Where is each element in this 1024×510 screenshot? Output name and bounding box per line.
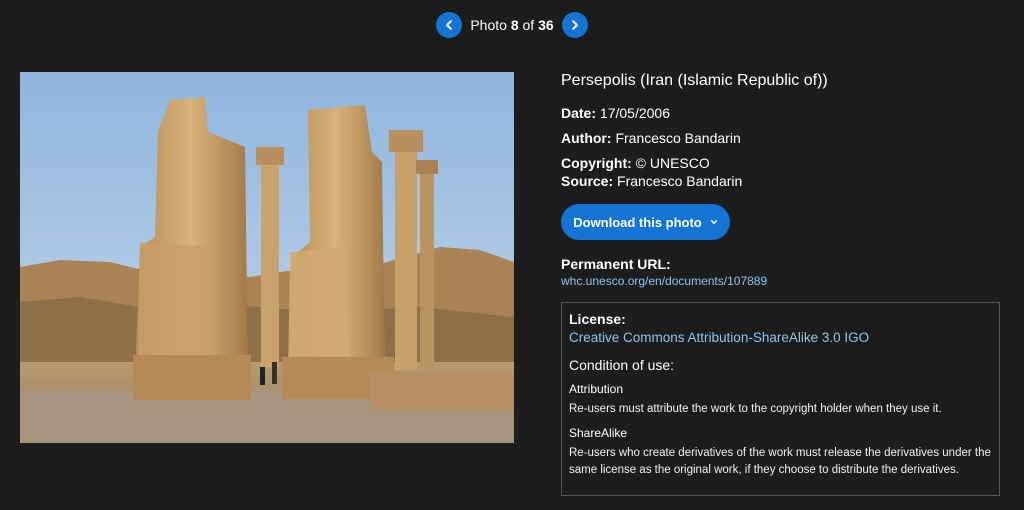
- persepolis-image: [20, 72, 514, 443]
- author-value: Francesco Bandarin: [615, 130, 741, 146]
- source-value: Francesco Bandarin: [617, 173, 743, 189]
- pager-total: 36: [538, 17, 554, 33]
- permanent-url-link[interactable]: whc.unesco.org/en/documents/107889: [561, 274, 767, 288]
- license-label: License:: [569, 311, 626, 327]
- permanent-url-label: Permanent URL:: [561, 256, 671, 272]
- chevron-down-icon: [710, 220, 717, 224]
- photo-info-panel: Persepolis (Iran (Islamic Republic of)) …: [561, 72, 1003, 496]
- condition-title-attribution: Attribution: [569, 382, 624, 396]
- copyright-value: © UNESCO: [635, 155, 710, 171]
- date-label: Date:: [561, 105, 597, 121]
- download-label: Download this photo: [573, 214, 702, 230]
- license-box: License: Creative Commons Attribution-Sh…: [561, 302, 1000, 496]
- copyright-label: Copyright:: [561, 155, 632, 171]
- license-link[interactable]: Creative Commons Attribution-ShareAlike …: [569, 328, 992, 347]
- photo-title: Persepolis (Iran (Islamic Republic of)): [561, 72, 828, 89]
- previous-photo-button[interactable]: [436, 12, 463, 38]
- source-label: Source:: [561, 173, 614, 189]
- chevron-left-icon: [446, 20, 453, 30]
- author-row: Author: Francesco Bandarin: [561, 129, 1003, 147]
- next-photo-button[interactable]: [561, 12, 588, 38]
- source-row: Source: Francesco Bandarin: [561, 172, 1003, 190]
- condition-title-sharealike: ShareAlike: [569, 426, 628, 440]
- condition-label: Condition of use:: [569, 357, 675, 373]
- pager-of: of: [522, 17, 535, 33]
- copyright-row: Copyright: © UNESCO: [561, 154, 1003, 172]
- chevron-right-icon: [571, 20, 578, 30]
- photo-counter: Photo 8 of 36: [470, 17, 553, 33]
- photo-pager: Photo 8 of 36: [0, 11, 1024, 39]
- download-photo-button[interactable]: Download this photo: [561, 204, 730, 240]
- author-label: Author:: [561, 130, 612, 146]
- date-value: 17/05/2006: [599, 105, 670, 121]
- date-row: Date: 17/05/2006: [561, 104, 1003, 122]
- condition-text-attribution: Re-users must attribute the work to the …: [569, 403, 942, 415]
- pager-current: 8: [510, 17, 519, 33]
- main-photo[interactable]: [20, 72, 514, 443]
- pager-prefix: Photo: [470, 17, 507, 33]
- condition-text-sharealike: Re-users who create derivatives of the w…: [569, 447, 991, 476]
